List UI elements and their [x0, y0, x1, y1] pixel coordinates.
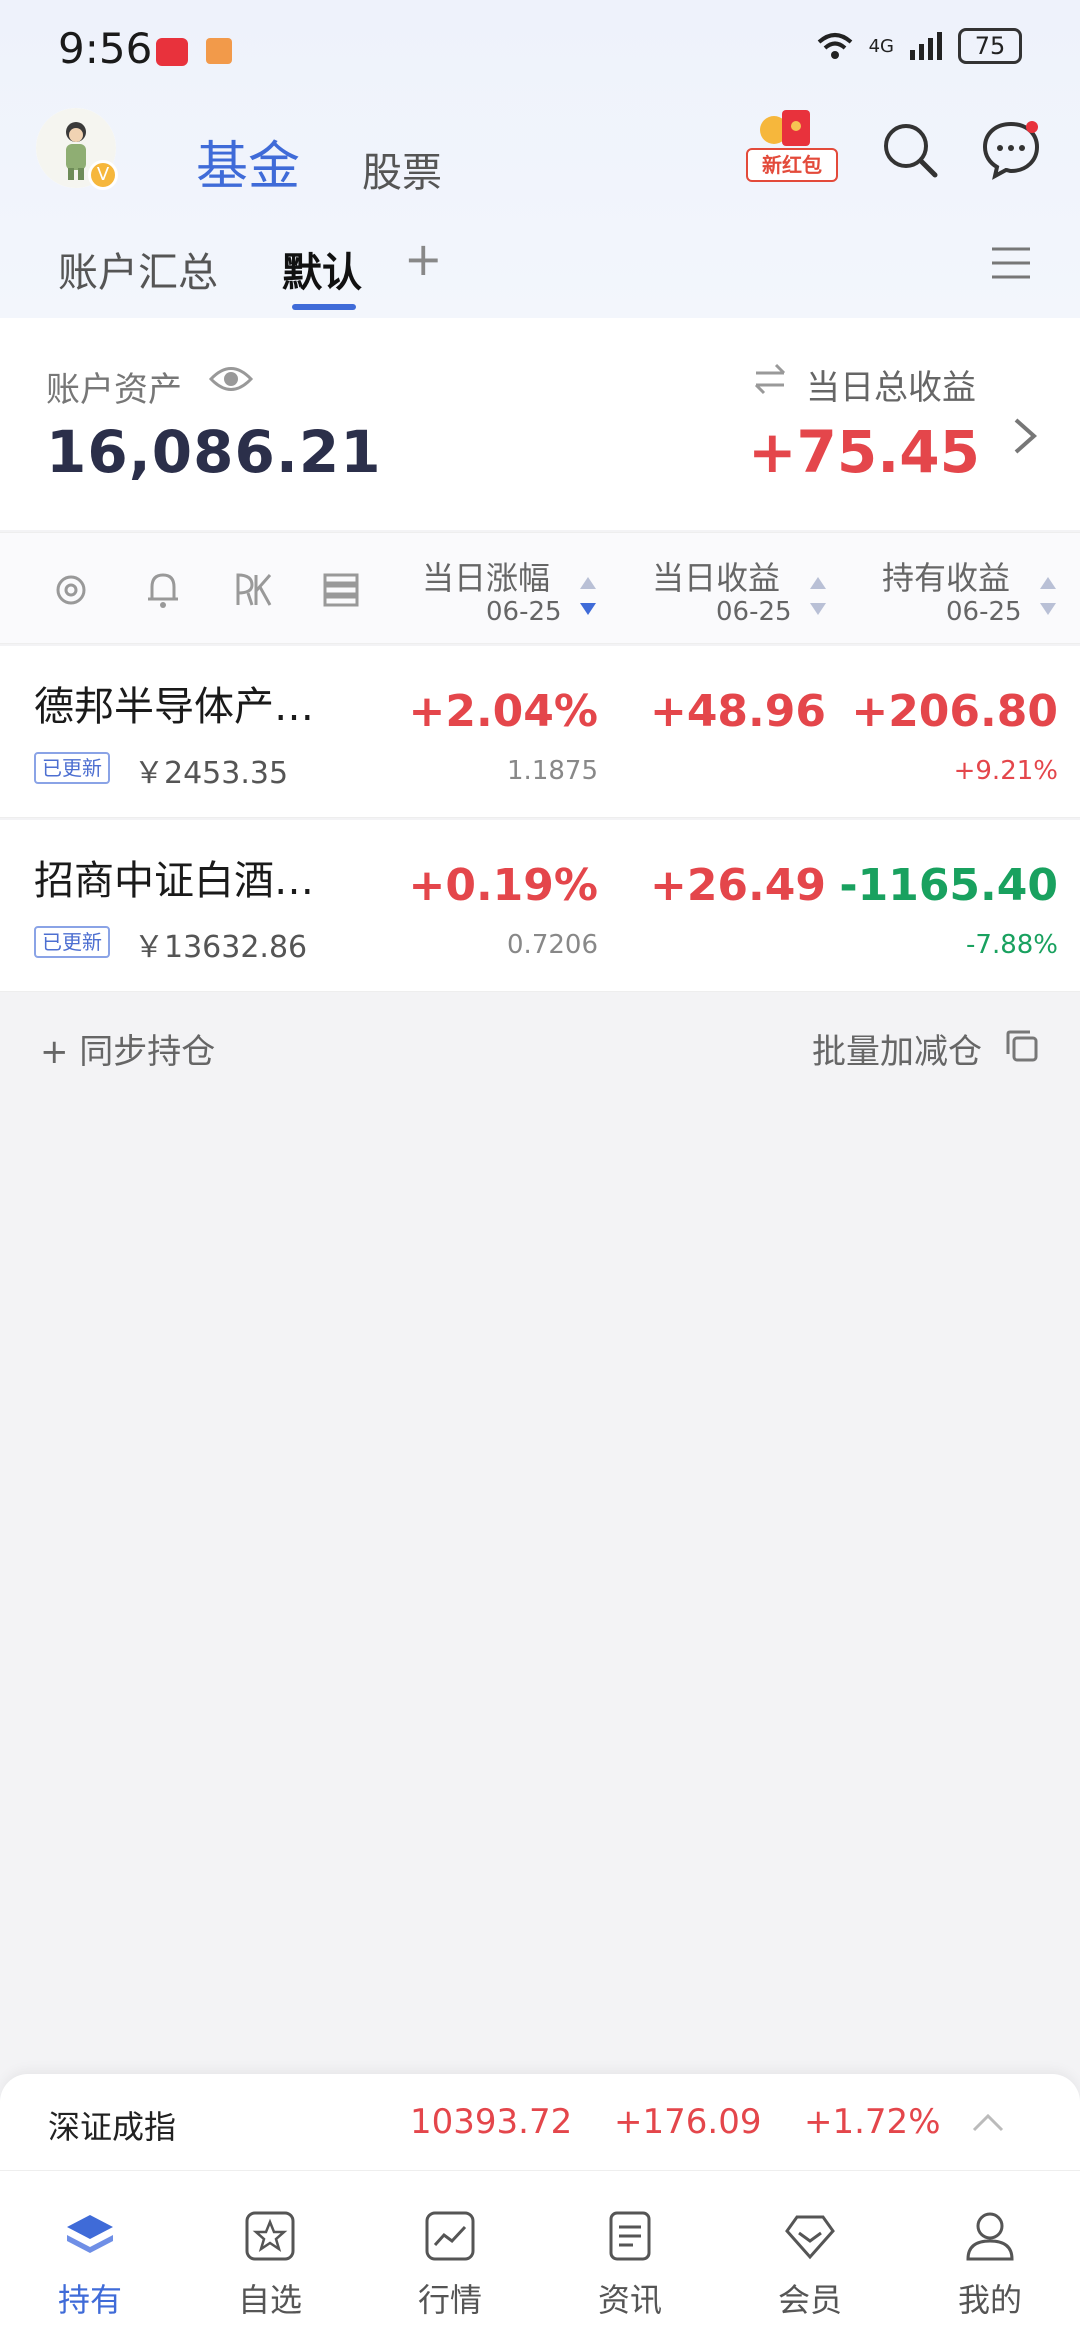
updated-badge: 已更新	[34, 752, 110, 784]
chevron-right-icon[interactable]	[1010, 414, 1040, 458]
daily-profit: +26.49	[649, 860, 826, 911]
index-change: +176.09	[614, 2102, 762, 2142]
red-packet-label: 新红包	[746, 148, 838, 182]
diamond-icon	[785, 2215, 835, 2260]
copy-icon[interactable]	[1004, 1028, 1040, 1064]
battery-indicator: 75	[958, 28, 1022, 64]
chart-icon	[425, 2211, 475, 2261]
signal-icon	[910, 32, 942, 60]
fund-nav: 0.7206	[507, 930, 598, 960]
status-time: 9:56	[58, 24, 153, 73]
nav-market[interactable]: 行情	[360, 2171, 540, 2340]
asset-label: 账户资产	[46, 370, 182, 410]
updated-badge: 已更新	[34, 926, 110, 958]
sort-neutral-icon[interactable]	[1038, 575, 1058, 617]
bottom-nav: 持有 自选 行情 资讯 会员 我的	[0, 2170, 1080, 2340]
nav-holdings[interactable]: 持有	[0, 2171, 180, 2340]
tab-stock[interactable]: 股票	[362, 140, 442, 198]
nav-label: 自选	[237, 2281, 302, 2319]
app-notification-icon	[156, 38, 188, 66]
candlestick-icon[interactable]	[232, 569, 274, 611]
daily-change: +0.19%	[408, 860, 598, 911]
holding-profit: +206.80	[851, 686, 1058, 737]
network-label: 4G	[868, 35, 894, 57]
red-packet-button[interactable]: 新红包	[746, 108, 838, 188]
nav-profile[interactable]: 我的	[900, 2171, 1080, 2340]
book-notification-icon	[206, 38, 232, 64]
active-tab-indicator	[292, 304, 356, 310]
fund-name: 德邦半导体产…	[34, 684, 314, 730]
profit-value: +75.45	[747, 418, 980, 486]
search-icon[interactable]	[880, 120, 940, 180]
index-ticker[interactable]: 深证成指 10393.72 +176.09 +1.72%	[0, 2074, 1080, 2170]
document-icon	[609, 2211, 651, 2261]
fund-name: 招商中证白酒…	[34, 858, 314, 904]
fund-amount: ￥13632.86	[134, 930, 308, 965]
fund-nav: 1.1875	[507, 756, 598, 786]
account-summary-card[interactable]: 账户资产 16,086.21 当日总收益 +75.45	[0, 318, 1080, 530]
tab-account-default[interactable]: 默认	[282, 240, 362, 298]
nav-label: 行情	[417, 2281, 482, 2319]
col-daily-change[interactable]: 当日涨幅	[422, 553, 550, 599]
index-name: 深证成指	[48, 2108, 177, 2146]
col-holding-profit-date: 06-25	[946, 597, 1022, 627]
status-bar: 9:56 4G 75	[0, 0, 1080, 100]
col-daily-profit-date: 06-25	[716, 597, 792, 627]
col-holding-profit[interactable]: 持有收益	[882, 553, 1010, 599]
sync-holdings-button[interactable]: + 同步持仓	[40, 1024, 215, 1073]
nav-watchlist[interactable]: 自选	[180, 2171, 360, 2340]
fund-amount: ￥2453.35	[134, 756, 289, 791]
fund-row[interactable]: 德邦半导体产… 已更新 ￥2453.35 +2.04% 1.1875 +48.9…	[0, 646, 1080, 818]
asset-value: 16,086.21	[46, 418, 382, 486]
add-account-button[interactable]: +	[404, 232, 443, 286]
sort-desc-icon[interactable]	[578, 575, 598, 617]
message-icon[interactable]	[980, 118, 1042, 180]
index-change-pct: +1.72%	[804, 2102, 941, 2142]
daily-profit: +48.96	[649, 686, 826, 737]
vip-badge-icon: V	[88, 160, 118, 190]
nav-label: 资讯	[597, 2281, 662, 2319]
tab-account-summary[interactable]: 账户汇总	[58, 240, 218, 298]
holding-profit: -1165.40	[839, 860, 1058, 911]
chevron-up-icon[interactable]	[970, 2104, 1006, 2140]
nav-label: 我的	[957, 2281, 1022, 2319]
col-daily-profit[interactable]: 当日收益	[652, 553, 780, 599]
col-daily-change-date: 06-25	[486, 597, 562, 627]
status-indicators: 4G 75	[815, 28, 1022, 64]
nav-news[interactable]: 资讯	[540, 2171, 720, 2340]
nav-label: 持有	[57, 2281, 122, 2319]
eye-icon[interactable]	[208, 362, 254, 396]
wifi-icon	[817, 33, 852, 59]
list-icon[interactable]	[320, 569, 362, 611]
index-value: 10393.72	[410, 2102, 573, 2142]
batch-adjust-button[interactable]: 批量加减仓	[812, 1024, 982, 1073]
nav-label: 会员	[777, 2281, 842, 2319]
switch-icon[interactable]	[752, 362, 788, 396]
sort-neutral-icon[interactable]	[808, 575, 828, 617]
menu-icon[interactable]	[990, 244, 1032, 282]
star-icon	[245, 2211, 295, 2261]
holding-profit-pct: +9.21%	[953, 756, 1058, 786]
holdings-column-header: 当日涨幅 06-25 当日收益 06-25 持有收益 06-25	[0, 532, 1080, 644]
profile-icon	[966, 2212, 1014, 2261]
bell-icon[interactable]	[142, 569, 184, 611]
tab-fund[interactable]: 基金	[196, 124, 300, 199]
settings-icon[interactable]	[50, 569, 92, 611]
fund-row[interactable]: 招商中证白酒… 已更新 ￥13632.86 +0.19% 0.7206 +26.…	[0, 820, 1080, 992]
nav-membership[interactable]: 会员	[720, 2171, 900, 2340]
holding-profit-pct: -7.88%	[966, 930, 1058, 960]
daily-change: +2.04%	[408, 686, 598, 737]
layers-icon	[67, 2215, 113, 2253]
profit-label: 当日总收益	[806, 368, 976, 408]
